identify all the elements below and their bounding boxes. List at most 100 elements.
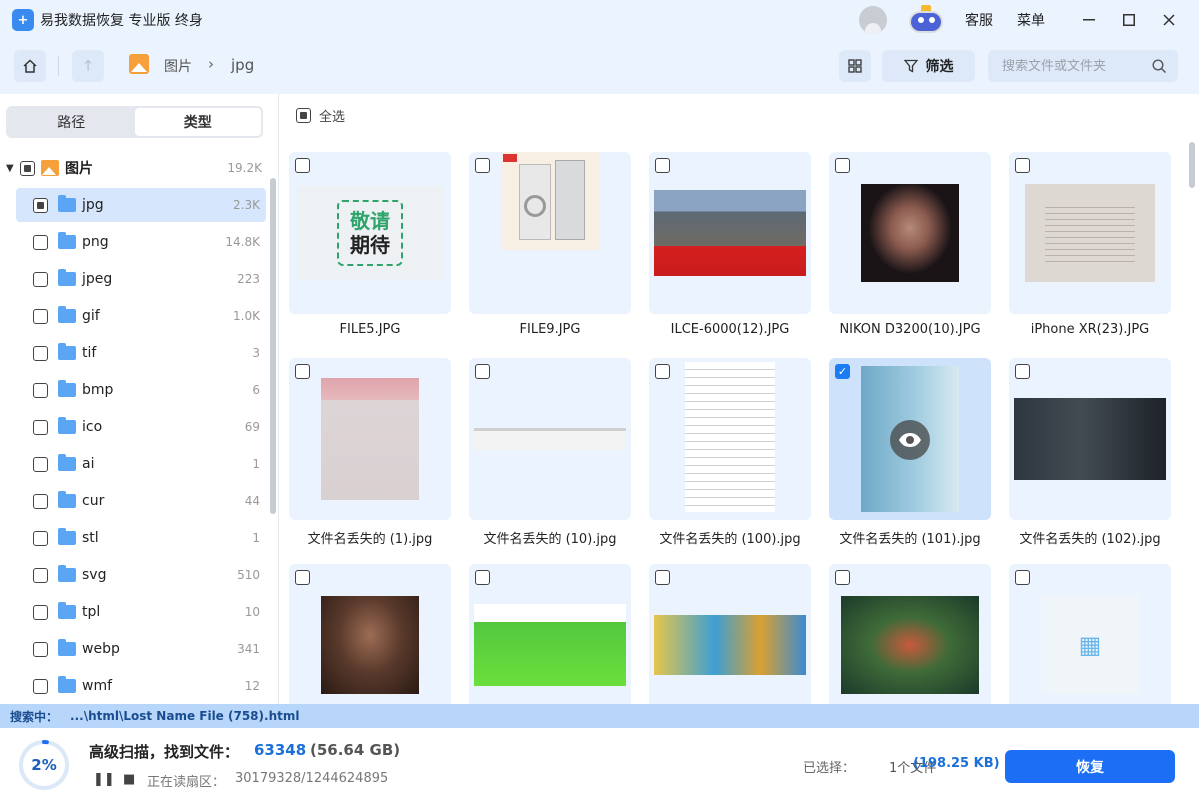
tree-item-png[interactable]: png 14.8K (16, 225, 266, 259)
file-checkbox[interactable] (295, 570, 310, 585)
tree-root-pictures[interactable]: ▼ 图片 19.2K (6, 156, 268, 180)
status-path: ...\html\Lost Name File (758).html (70, 709, 300, 723)
tree-item-webp[interactable]: webp 341 (16, 632, 266, 666)
file-card[interactable] (649, 564, 811, 704)
tab-path[interactable]: 路径 (8, 108, 135, 136)
tree-item-stl[interactable]: stl 1 (16, 521, 266, 555)
app-title: 易我数据恢复 专业版 终身 (40, 13, 203, 29)
tree-item-ai[interactable]: ai 1 (16, 447, 266, 481)
file-checkbox[interactable] (1015, 570, 1030, 585)
recover-button[interactable]: 恢复 (1005, 750, 1175, 783)
checkbox[interactable] (33, 419, 48, 435)
tree-item-label: tif (82, 345, 97, 361)
select-all[interactable]: 全选 (296, 106, 345, 125)
tab-type[interactable]: 类型 (134, 108, 261, 136)
tree-item-cur[interactable]: cur 44 (16, 484, 266, 518)
nav-divider (58, 56, 59, 76)
tree-item-count: 1 (252, 531, 260, 545)
file-checkbox[interactable] (655, 158, 670, 173)
file-checkbox[interactable] (475, 158, 490, 173)
checkbox[interactable] (33, 271, 48, 287)
customer-service-button[interactable]: 客服 (965, 10, 993, 30)
robot-assistant-icon[interactable] (903, 5, 949, 35)
file-card[interactable] (469, 152, 631, 314)
file-card[interactable] (289, 358, 451, 520)
grid-view-icon[interactable] (839, 50, 871, 82)
search-icon[interactable] (1152, 58, 1167, 74)
file-checkbox[interactable] (475, 570, 490, 585)
minimize-icon[interactable] (1069, 0, 1109, 40)
checkbox[interactable] (33, 345, 48, 361)
file-checkbox[interactable] (475, 364, 490, 379)
file-card[interactable] (469, 358, 631, 520)
content-scrollbar[interactable] (1189, 142, 1195, 188)
navigation-bar: ↑ 图片 › jpg 筛选 (0, 40, 1199, 94)
up-arrow-icon[interactable]: ↑ (72, 50, 104, 82)
file-card[interactable] (649, 358, 811, 520)
file-name: NIKON D3200(10).JPG (839, 322, 981, 337)
title-bar-actions: 客服 菜单 (859, 0, 1199, 40)
file-checkbox[interactable]: ✓ (835, 364, 850, 379)
checkbox[interactable] (33, 382, 48, 398)
breadcrumb-current[interactable]: jpg (231, 56, 254, 74)
file-checkbox[interactable] (295, 364, 310, 379)
search-box[interactable] (988, 50, 1178, 82)
tree-item-jpg[interactable]: jpg 2.3K (16, 188, 266, 222)
file-name: 文件名丢失的 (102).jpg (1019, 532, 1161, 547)
tree-item-wmf[interactable]: wmf 12 (16, 669, 266, 703)
file-card[interactable] (289, 564, 451, 704)
user-avatar-icon[interactable] (859, 6, 887, 34)
sector-progress: 30179328/1244624895 (235, 771, 389, 786)
file-card[interactable] (829, 564, 991, 704)
checkbox[interactable] (33, 604, 48, 620)
file-card[interactable] (1009, 358, 1171, 520)
file-card[interactable]: 敬请 期待 (289, 152, 451, 314)
file-card[interactable]: ▦ (1009, 564, 1171, 704)
file-checkbox[interactable] (295, 158, 310, 173)
file-card[interactable] (469, 564, 631, 704)
sidebar-scrollbar[interactable] (270, 178, 276, 514)
tree-item-tif[interactable]: tif 3 (16, 336, 266, 370)
checkbox[interactable] (33, 456, 48, 472)
close-icon[interactable] (1149, 0, 1189, 40)
tree-item-gif[interactable]: gif 1.0K (16, 299, 266, 333)
search-input[interactable] (1002, 58, 1152, 74)
file-checkbox[interactable] (1015, 364, 1030, 379)
file-checkbox[interactable] (835, 570, 850, 585)
file-card[interactable] (829, 152, 991, 314)
maximize-icon[interactable] (1109, 0, 1149, 40)
tree-item-jpeg[interactable]: jpeg 223 (16, 262, 266, 296)
tree-item-ico[interactable]: ico 69 (16, 410, 266, 444)
filter-button[interactable]: 筛选 (882, 50, 975, 82)
preview-eye-icon[interactable] (890, 420, 930, 460)
checkbox[interactable] (33, 567, 48, 583)
checkbox[interactable] (33, 308, 48, 324)
checkbox[interactable] (33, 493, 48, 509)
select-all-checkbox[interactable] (296, 108, 311, 123)
checkbox[interactable] (33, 234, 48, 250)
checkbox[interactable] (33, 678, 48, 694)
checkbox[interactable] (20, 160, 35, 176)
file-checkbox[interactable] (655, 364, 670, 379)
progress-percent: 2% (31, 756, 57, 774)
expand-caret-icon[interactable]: ▼ (6, 163, 20, 174)
file-checkbox[interactable] (835, 158, 850, 173)
checkbox[interactable] (33, 641, 48, 657)
file-checkbox[interactable] (655, 570, 670, 585)
pause-icon[interactable]: ❚❚ (93, 772, 115, 787)
breadcrumb-root[interactable]: 图片 (164, 56, 192, 76)
home-icon[interactable] (14, 50, 46, 82)
checkbox[interactable] (33, 530, 48, 546)
title-bar: + 易我数据恢复 专业版 终身 客服 菜单 (0, 0, 1199, 40)
tree-item-tpl[interactable]: tpl 10 (16, 595, 266, 629)
file-card[interactable]: ✓ (829, 358, 991, 520)
folder-icon (58, 676, 76, 693)
file-checkbox[interactable] (1015, 158, 1030, 173)
tree-item-svg[interactable]: svg 510 (16, 558, 266, 592)
menu-button[interactable]: 菜单 (1017, 10, 1045, 30)
file-card[interactable] (1009, 152, 1171, 314)
tree-item-bmp[interactable]: bmp 6 (16, 373, 266, 407)
stop-icon[interactable]: ■ (123, 772, 135, 787)
file-card[interactable] (649, 152, 811, 314)
checkbox[interactable] (33, 197, 48, 213)
